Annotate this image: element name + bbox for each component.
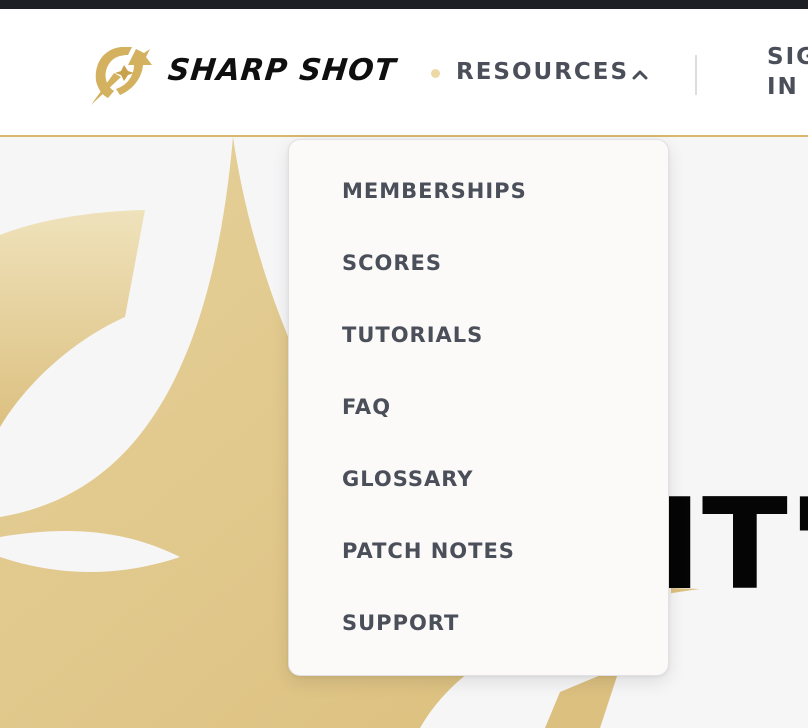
menu-item-memberships[interactable]: MEMBERSHIPS [342,179,527,203]
menu-item-support[interactable]: SUPPORT [342,611,459,635]
menu-item-glossary[interactable]: GLOSSARY [342,467,474,491]
menu-item-patch-notes[interactable]: PATCH NOTES [342,539,515,563]
hero-heading: IT' [655,471,808,618]
menu-item-tutorials[interactable]: TUTORIALS [342,323,483,347]
resources-dropdown-menu: MEMBERSHIPS SCORES TUTORIALS FAQ GLOSSAR… [288,139,669,676]
chevron-up-icon[interactable] [630,67,650,81]
menu-item-scores[interactable]: SCORES [342,251,442,275]
nav-signin-button[interactable]: SIG IN [767,42,808,102]
menu-item-faq[interactable]: FAQ [342,395,391,419]
brand-name[interactable]: SHARP SHOT [166,53,398,88]
sharp-shot-logo-icon[interactable] [88,43,154,107]
nav-resources-button[interactable]: RESOURCES [456,59,629,85]
resources-indicator-dot [431,69,440,78]
signin-label-line2: IN [767,74,799,100]
top-strip [0,0,808,9]
nav-divider [695,55,697,95]
site-header: SHARP SHOT RESOURCES SIG IN [0,9,808,137]
signin-label-line1: SIG [767,44,808,70]
